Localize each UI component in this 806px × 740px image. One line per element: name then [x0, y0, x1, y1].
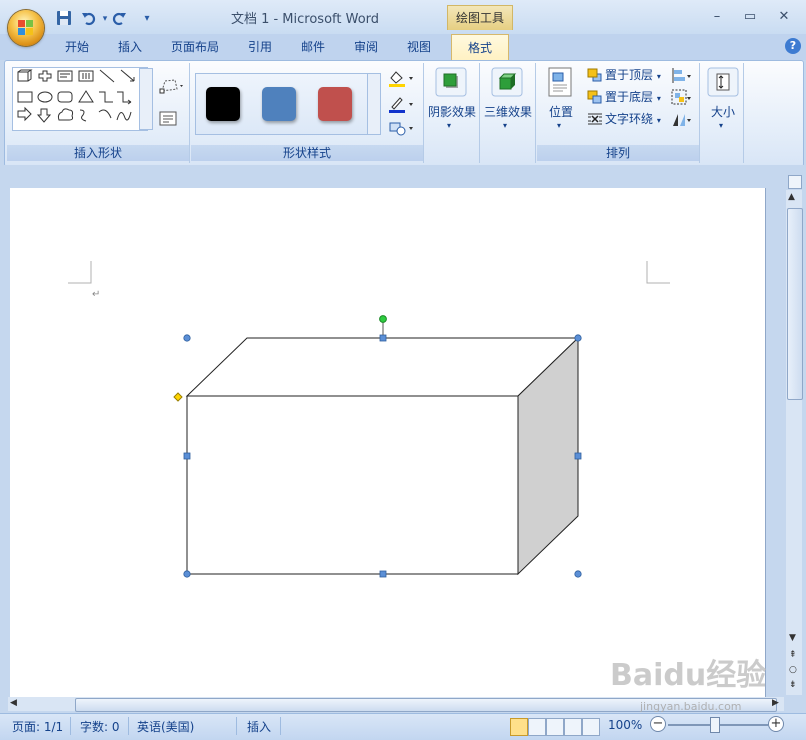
zoom-slider-thumb[interactable] — [710, 717, 720, 733]
ribbon: 插入形状 ⬊ 形状样式 阴影效果 ▾ 三维效果 ▾ — [4, 60, 804, 167]
scroll-down-icon[interactable]: ▼ — [789, 633, 796, 643]
tab-format[interactable]: 格式 — [451, 34, 509, 61]
contextual-tab-group-label: 绘图工具 — [447, 5, 513, 30]
watermark-url: jingyan.baidu.com — [640, 700, 742, 713]
close-button[interactable]: ✕ — [773, 8, 795, 26]
bring-to-front-button[interactable]: 置于顶层 ▾ — [587, 65, 661, 85]
group-label-shape-styles: 形状样式 — [191, 145, 423, 161]
group-objects-icon[interactable] — [671, 89, 693, 107]
shape-fill-icon[interactable] — [387, 69, 415, 87]
status-page[interactable]: 页面: 1/1 — [12, 718, 63, 735]
size-dropdown-icon[interactable]: ▾ — [719, 121, 723, 130]
quick-access-toolbar: ▾ ▾ — [50, 8, 160, 30]
text-wrap-button[interactable]: 文字环绕 ▾ — [587, 109, 661, 129]
paragraph-mark: ↵ — [92, 289, 101, 300]
web-layout-view-icon[interactable] — [546, 718, 564, 736]
change-shape-icon[interactable] — [387, 119, 415, 137]
ruler-toggle-icon[interactable] — [788, 175, 802, 189]
send-to-back-label: 置于底层 — [605, 90, 654, 104]
bring-to-front-icon — [587, 68, 603, 82]
full-screen-reading-view-icon[interactable] — [528, 718, 546, 736]
customize-toolbar-icon[interactable]: ▾ — [138, 10, 156, 28]
edit-shape-icon[interactable] — [159, 77, 185, 95]
tab-view[interactable]: 视图 — [407, 34, 431, 60]
shadow-effects-icon[interactable] — [435, 67, 467, 97]
document-page[interactable]: ↵ — [10, 188, 765, 708]
group-insert-shapes: 插入形状 — [7, 63, 190, 163]
ribbon-tabs: 开始 插入 页面布局 引用 邮件 审阅 视图 — [0, 34, 806, 60]
window-title: 文档 1 - Microsoft Word — [230, 12, 380, 27]
tab-home[interactable]: 开始 — [65, 34, 89, 60]
scroll-left-icon[interactable]: ◀ — [10, 698, 17, 708]
shape-outline-icon[interactable] — [387, 95, 415, 113]
zoom-level[interactable]: 100% — [608, 718, 642, 732]
position-button[interactable]: 位置 — [541, 103, 581, 120]
zoom-out-icon[interactable]: − — [650, 716, 666, 732]
text-box-icon[interactable] — [159, 111, 177, 127]
tab-insert[interactable]: 插入 — [118, 34, 142, 60]
workspace-top — [0, 165, 806, 187]
office-logo-icon — [18, 20, 34, 36]
position-icon[interactable] — [547, 67, 573, 97]
rotation-handle — [379, 315, 387, 323]
save-icon[interactable] — [55, 10, 73, 28]
3d-effects-button[interactable]: 三维效果 — [481, 103, 535, 120]
tab-references[interactable]: 引用 — [248, 34, 272, 60]
style-gallery-scroll[interactable] — [367, 73, 381, 135]
document-canvas — [68, 261, 670, 578]
status-separator — [70, 717, 71, 735]
group-3d-effects: 三维效果 ▾ — [481, 63, 536, 163]
text-wrap-icon — [587, 112, 603, 126]
tab-review[interactable]: 审阅 — [354, 34, 378, 60]
status-separator — [128, 717, 129, 735]
text-wrap-label: 文字环绕 — [605, 112, 654, 126]
redo-icon[interactable] — [110, 10, 128, 28]
status-separator — [280, 717, 281, 735]
size-button[interactable]: 大小 — [703, 103, 743, 120]
style-swatch-black[interactable] — [206, 87, 240, 121]
status-bar: 页面: 1/1 字数: 0 英语(美国) 插入 100% — [0, 713, 806, 740]
group-shape-styles: ⬊ 形状样式 — [191, 63, 424, 163]
outline-view-icon[interactable] — [564, 718, 582, 736]
style-swatch-blue[interactable] — [262, 87, 296, 121]
rotate-icon[interactable] — [671, 111, 693, 129]
status-insert-mode[interactable]: 插入 — [247, 718, 271, 735]
3d-cube-shape — [185, 336, 580, 576]
scroll-up-icon[interactable]: ▲ — [788, 192, 795, 202]
status-word-count[interactable]: 字数: 0 — [80, 718, 120, 735]
align-icon[interactable] — [671, 67, 693, 85]
send-to-back-icon — [587, 90, 603, 104]
3d-effects-icon[interactable] — [491, 67, 523, 97]
print-layout-view-icon[interactable] — [510, 718, 528, 736]
3d-effects-dropdown-icon[interactable]: ▾ — [503, 121, 507, 130]
help-icon[interactable]: ? — [785, 38, 801, 54]
shape-gallery-scroll[interactable] — [139, 68, 153, 130]
vertical-scroll-thumb[interactable] — [787, 208, 803, 400]
send-to-back-button[interactable]: 置于底层 ▾ — [587, 87, 661, 107]
size-icon[interactable] — [707, 67, 739, 97]
restore-button[interactable]: ▭ — [739, 8, 761, 26]
zoom-in-icon[interactable]: + — [768, 716, 784, 732]
draft-view-icon[interactable] — [582, 718, 600, 736]
adjustment-handle — [173, 392, 183, 402]
group-arrange: 位置 ▾ 置于顶层 ▾ 置于底层 ▾ 文字环绕 ▾ 排列 — [537, 63, 700, 163]
minimize-button[interactable]: – — [706, 8, 728, 26]
status-separator — [236, 717, 237, 735]
tab-page-layout[interactable]: 页面布局 — [171, 34, 219, 60]
shadow-effects-dropdown-icon[interactable]: ▾ — [447, 121, 451, 130]
shape-style-gallery — [195, 73, 371, 135]
position-dropdown-icon[interactable]: ▾ — [557, 121, 561, 130]
group-label-arrange: 排列 — [537, 145, 699, 161]
group-label-insert-shapes: 插入形状 — [7, 145, 189, 161]
status-language[interactable]: 英语(美国) — [137, 718, 194, 735]
shape-gallery-icons — [17, 69, 135, 123]
group-shadow-effects: 阴影效果 ▾ — [425, 63, 480, 163]
tab-mailings[interactable]: 邮件 — [301, 34, 325, 60]
shape-gallery[interactable] — [12, 67, 148, 131]
office-button[interactable] — [8, 10, 44, 46]
style-swatch-red[interactable] — [318, 87, 352, 121]
shadow-effects-button[interactable]: 阴影效果 — [425, 103, 479, 120]
bring-to-front-label: 置于顶层 — [605, 68, 654, 82]
group-size: 大小 ▾ — [703, 63, 744, 163]
